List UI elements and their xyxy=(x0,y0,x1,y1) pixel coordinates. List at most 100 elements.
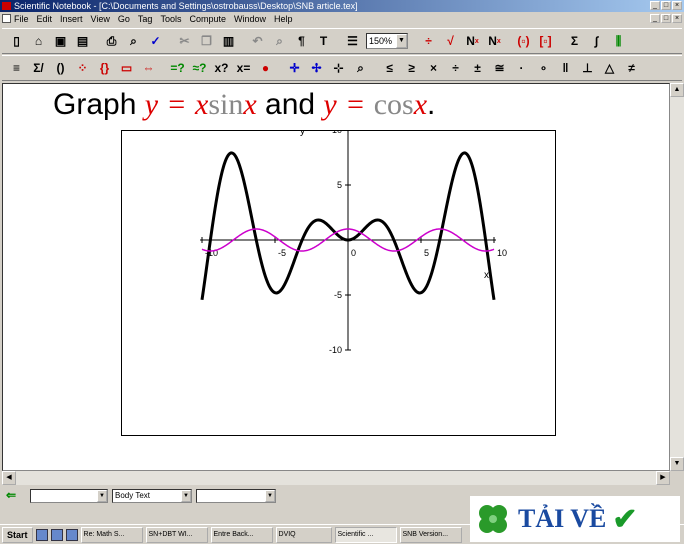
task-button-active[interactable]: Scientific ... xyxy=(334,526,397,543)
plot-frame[interactable]: -10-50510-10-5510yx xyxy=(121,125,556,436)
perp-icon[interactable]: ⊥ xyxy=(577,58,598,79)
copy-icon[interactable]: ❐ xyxy=(196,31,217,52)
document-window-controls: _ □ × xyxy=(650,14,682,23)
undo-icon[interactable]: ↶ xyxy=(247,31,268,52)
chevron-down-icon[interactable]: ▼ xyxy=(396,34,407,48)
pilcrow-icon[interactable]: ¶ xyxy=(291,31,312,52)
print-icon[interactable]: ⎙ xyxy=(101,31,122,52)
divide-icon[interactable]: ÷ xyxy=(445,58,466,79)
task-button[interactable]: DVIQ xyxy=(275,526,332,543)
start-button[interactable]: Start xyxy=(2,526,33,543)
task-button[interactable]: Re: Math S... xyxy=(80,526,143,543)
neq-icon[interactable]: ≠ xyxy=(621,58,642,79)
menu-tag[interactable]: Tag xyxy=(138,14,153,24)
decoration-icon[interactable]: ⇔ xyxy=(138,58,159,79)
scroll-left-icon[interactable]: ◀ xyxy=(2,471,16,485)
paste-icon[interactable]: ▥ xyxy=(218,31,239,52)
explorer-quicklaunch-icon[interactable] xyxy=(65,528,78,541)
menu-view[interactable]: View xyxy=(91,14,110,24)
brackets-icon[interactable]: (▫) xyxy=(513,31,534,52)
chevron-down-icon[interactable]: ▼ xyxy=(265,490,275,502)
maximize-button[interactable]: □ xyxy=(661,1,671,10)
chevron-down-icon[interactable]: ▼ xyxy=(181,490,191,502)
task-button[interactable]: Entre Back... xyxy=(210,526,273,543)
task-button[interactable]: SN+DBT WI... xyxy=(145,526,208,543)
parallel-icon[interactable]: ‖ xyxy=(555,58,576,79)
doc-restore-button[interactable]: □ xyxy=(661,14,671,23)
plus-minus-icon[interactable]: ± xyxy=(467,58,488,79)
align-icon[interactable]: ≡ xyxy=(6,58,27,79)
matrix-icon[interactable]: ⫼ xyxy=(608,31,629,52)
x-tick-label: -5 xyxy=(278,248,286,258)
geq-icon[interactable]: ≥ xyxy=(401,58,422,79)
text-mode-icon[interactable]: T xyxy=(313,31,334,52)
delimiter-icon[interactable]: () xyxy=(50,58,71,79)
find-icon[interactable]: ⌕ xyxy=(269,31,290,52)
browser-quicklaunch-icon[interactable] xyxy=(50,528,63,541)
plot-2d-icon[interactable]: ✛ xyxy=(284,58,305,79)
document-area[interactable]: Graph y = xsinx and y = cosx. -10 -5 0 5 10-… xyxy=(2,83,670,471)
menu-compute[interactable]: Compute xyxy=(189,14,226,24)
triangle-icon[interactable]: △ xyxy=(599,58,620,79)
menu-edit[interactable]: Edit xyxy=(37,14,53,24)
plot-polar-icon[interactable]: ⊹ xyxy=(328,58,349,79)
save-disk-icon[interactable]: ▣ xyxy=(50,31,71,52)
approx-icon[interactable]: ≅ xyxy=(489,58,510,79)
menu-insert[interactable]: Insert xyxy=(60,14,83,24)
leq-icon[interactable]: ≤ xyxy=(379,58,400,79)
matrix-grid-icon[interactable]: ⁘ xyxy=(72,58,93,79)
menu-tools[interactable]: Tools xyxy=(160,14,181,24)
subscript-icon[interactable]: Nx xyxy=(484,31,505,52)
cdot-icon[interactable]: · xyxy=(511,58,532,79)
plot-implicit-icon[interactable]: ⌕ xyxy=(350,58,371,79)
fraction-icon[interactable]: ÷ xyxy=(418,31,439,52)
horizontal-scrollbar[interactable]: ◀ ▶ xyxy=(2,471,670,485)
circ-icon[interactable]: ∘ xyxy=(533,58,554,79)
plot-3d-icon[interactable]: ✢ xyxy=(306,58,327,79)
zoom-select[interactable]: 150% ▼ xyxy=(366,33,408,49)
close-button[interactable]: × xyxy=(672,1,682,10)
square-brackets-icon[interactable]: [▫] xyxy=(535,31,556,52)
superscript-icon[interactable]: Nx xyxy=(462,31,483,52)
evaluate-icon[interactable]: =? xyxy=(167,58,188,79)
menu-go[interactable]: Go xyxy=(118,14,130,24)
scroll-right-icon[interactable]: ▶ xyxy=(656,471,670,485)
view-icon[interactable]: ☰ xyxy=(342,31,363,52)
scroll-down-icon[interactable]: ▼ xyxy=(670,457,684,471)
doc-close-button[interactable]: × xyxy=(672,14,682,23)
binomial-icon[interactable]: {} xyxy=(94,58,115,79)
minimize-button[interactable]: _ xyxy=(650,1,660,10)
print-preview-icon[interactable]: ⌕ xyxy=(123,31,144,52)
chevron-down-icon[interactable]: ▼ xyxy=(97,490,107,502)
scroll-up-icon[interactable]: ▲ xyxy=(670,83,684,97)
sum-icon[interactable]: Σ xyxy=(564,31,585,52)
cut-icon[interactable]: ✂ xyxy=(174,31,195,52)
menu-help[interactable]: Help xyxy=(274,14,293,24)
task-button[interactable]: SNB Version... xyxy=(399,526,462,543)
times-icon[interactable]: × xyxy=(423,58,444,79)
open-folder-icon[interactable]: ⌂ xyxy=(28,31,49,52)
evaluate-numerically-icon[interactable]: ≈? xyxy=(189,58,210,79)
zoom-value: 150% xyxy=(369,36,393,46)
back-arrow-icon[interactable]: ⇐ xyxy=(6,488,26,504)
section-select[interactable]: ▼ xyxy=(30,489,108,503)
style-select[interactable]: Body Text ▼ xyxy=(112,489,192,503)
vertical-scrollbar[interactable]: ▲ ▼ xyxy=(670,83,684,471)
new-file-icon[interactable]: ▯ xyxy=(6,31,27,52)
simplify-icon[interactable]: x? xyxy=(211,58,232,79)
spell-check-icon[interactable]: ✓ xyxy=(145,31,166,52)
desktop-quicklaunch-icon[interactable] xyxy=(35,528,48,541)
doc-minimize-button[interactable]: _ xyxy=(650,14,660,23)
save-all-icon[interactable]: ▤ xyxy=(72,31,93,52)
define-icon[interactable]: ● xyxy=(255,58,276,79)
radical-icon[interactable]: √ xyxy=(440,31,461,52)
font-select[interactable]: ▼ xyxy=(196,489,276,503)
label-icon[interactable]: ▭ xyxy=(116,58,137,79)
menu-file[interactable]: File xyxy=(14,14,29,24)
heading-text-and: and xyxy=(265,88,316,121)
integral-icon[interactable]: ∫ xyxy=(586,31,607,52)
menu-window[interactable]: Window xyxy=(234,14,266,24)
expand-icon[interactable]: x= xyxy=(233,58,254,79)
operator-icon[interactable]: Σ/ xyxy=(28,58,49,79)
y-axis-label: y xyxy=(300,131,305,137)
